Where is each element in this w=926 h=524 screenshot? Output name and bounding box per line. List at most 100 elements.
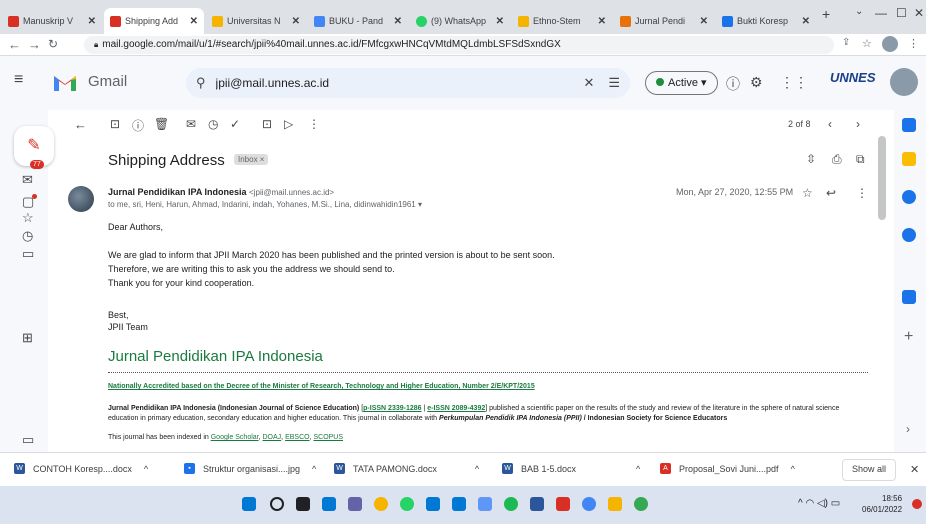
search-icon[interactable]: ⚲ [196,75,206,91]
scrollbar[interactable] [878,136,886,220]
help-icon[interactable]: ⓘ [726,74,740,94]
zoom-addon-icon[interactable] [902,290,916,304]
chevron-up-icon[interactable]: ^ [312,464,316,474]
get-addons-icon[interactable]: + [904,328,913,346]
system-tray-icon[interactable]: ^ ◠ ◁) ▭ [798,498,840,509]
settings-gear-icon[interactable]: ⚙ [750,74,763,91]
whatsapp-taskbar-icon[interactable] [400,497,414,511]
tab-close-icon[interactable]: ✕ [700,16,708,27]
spaces-icon[interactable]: ⊞ [22,330,33,346]
widgets-icon[interactable] [322,497,336,511]
download-item[interactable]: W BAB 1-5.docx ^ [502,463,640,474]
tab-close-icon[interactable]: ✕ [802,16,810,27]
starred-icon[interactable]: ☆ [22,210,34,226]
expand-panel-icon[interactable]: › [906,422,910,436]
gmail-logo-icon[interactable] [52,72,78,92]
sender-name[interactable]: Jurnal Pendidikan IPA Indonesia [108,187,247,197]
download-item[interactable]: A Proposal_Sovi Juni....pdf ^ [660,463,795,474]
mark-unread-icon[interactable]: ✉ [186,117,196,131]
browser-tab[interactable]: BUKU - Pand ✕ [308,8,408,34]
calendar-icon[interactable] [902,118,916,132]
bookmark-star-icon[interactable]: ☆ [862,37,872,50]
add-task-icon[interactable]: ✓ [230,117,240,131]
start-icon[interactable] [242,497,256,511]
label-icon[interactable]: ▷ [284,117,293,131]
print-icon[interactable]: ⎙ [832,152,842,167]
inbox-label-chip[interactable]: Inbox × [234,154,269,165]
browser-tab[interactable]: Manuskrip V ✕ [2,8,102,34]
keep-icon[interactable] [902,152,916,166]
acrobat-icon[interactable] [556,497,570,511]
chevron-up-icon[interactable]: ^ [475,464,479,474]
download-item[interactable]: W TATA PAMONG.docx ^ [334,463,479,474]
close-downloads-icon[interactable]: ✕ [910,463,919,476]
browser-menu-icon[interactable]: ⋮ [908,37,919,50]
older-icon[interactable]: › [856,117,860,131]
mail-app-icon[interactable] [452,497,466,511]
address-bar[interactable]: 🔒︎ mail.google.com/mail/u/1/#search/jpii%… [84,36,834,54]
archive-icon[interactable]: ⊡ [110,117,120,131]
browser-tab-active[interactable]: Shipping Add ✕ [104,8,204,34]
spotify-icon[interactable] [504,497,518,511]
profile-avatar[interactable] [882,36,898,52]
search-options-icon[interactable]: ☰ [608,75,620,91]
recipients[interactable]: to me, sri, Heni, Harun, Ahmad, Indarini… [108,200,422,209]
browser-tab[interactable]: Universitas N ✕ [206,8,306,34]
pissn-link[interactable]: p-ISSN 2339-1286 [363,405,421,412]
search-taskbar-icon[interactable] [270,497,284,511]
chevron-up-icon[interactable]: ^ [636,464,640,474]
eissn-link[interactable]: e-ISSN 2089-4392 [427,405,485,412]
more-actions-icon[interactable]: ⋮ [308,117,320,131]
tab-close-icon[interactable]: ✕ [292,16,300,27]
ebsco-link[interactable]: EBSCO [285,434,310,441]
forward-icon[interactable]: → [28,37,41,52]
tab-search-icon[interactable]: ⌄ [855,6,863,17]
star-icon[interactable]: ☆ [802,186,813,200]
tab-close-icon[interactable]: ✕ [394,16,402,27]
search-input[interactable] [215,76,584,90]
chevron-up-icon[interactable]: ^ [144,464,148,474]
main-menu-icon[interactable]: ≡ [14,71,23,89]
sender-avatar[interactable] [68,186,94,212]
new-tab-button[interactable]: + [822,6,830,22]
tab-close-icon[interactable]: ✕ [598,16,606,27]
back-to-list-icon[interactable]: ← [74,117,87,132]
share-icon[interactable]: ⇪ [842,37,850,48]
notification-icon[interactable] [912,499,922,509]
browser-tab[interactable]: Jurnal Pendi ✕ [614,8,714,34]
meet-icon[interactable]: ▭ [22,246,34,262]
apps-grid-icon[interactable]: ⋮⋮ [780,74,808,91]
file-explorer-icon[interactable] [608,497,622,511]
scopus-link[interactable]: SCOPUS [313,434,343,441]
tab-close-icon[interactable]: ✕ [496,16,504,27]
new-window-icon[interactable]: ⧉ [856,152,865,167]
google-scholar-link[interactable]: Google Scholar [211,434,259,441]
move-to-icon[interactable]: ⊡ [262,117,272,131]
show-all-button[interactable]: Show all [842,459,897,481]
chevron-up-icon[interactable]: ^ [791,464,795,474]
video-icon[interactable]: ▭ [22,432,34,448]
browser-tab[interactable]: (9) WhatsApp ✕ [410,8,510,34]
word-taskbar-icon[interactable] [530,497,544,511]
app-icon[interactable] [634,497,648,511]
teams-icon[interactable] [348,497,362,511]
message-more-icon[interactable]: ⋮ [856,186,868,200]
status-selector[interactable]: Active ▾ [645,71,718,95]
snooze-icon[interactable]: ◷ [208,117,218,131]
tab-close-icon[interactable]: ✕ [190,16,198,27]
store-icon[interactable] [426,497,440,511]
reload-icon[interactable]: ↻ [48,37,58,51]
browser-tab[interactable]: Bukti Koresp ✕ [716,8,816,34]
chrome-taskbar-icon[interactable] [374,497,388,511]
download-item[interactable]: W CONTOH Koresp....docx ^ [14,463,148,474]
report-spam-icon[interactable]: ⓘ [132,117,144,134]
browser-tab[interactable]: Ethno-Stem ✕ [512,8,612,34]
download-item[interactable]: ▪ Struktur organisasi....jpg ^ [184,463,316,474]
mail-icon[interactable]: ✉ [22,172,33,188]
accreditation-link[interactable]: Nationally Accredited based on the Decre… [108,383,535,390]
task-view-icon[interactable] [296,497,310,511]
newer-icon[interactable]: ‹ [828,117,832,131]
contacts-icon[interactable] [902,228,916,242]
expand-icon[interactable]: ⇳ [806,152,816,166]
tasks-icon[interactable] [902,190,916,204]
